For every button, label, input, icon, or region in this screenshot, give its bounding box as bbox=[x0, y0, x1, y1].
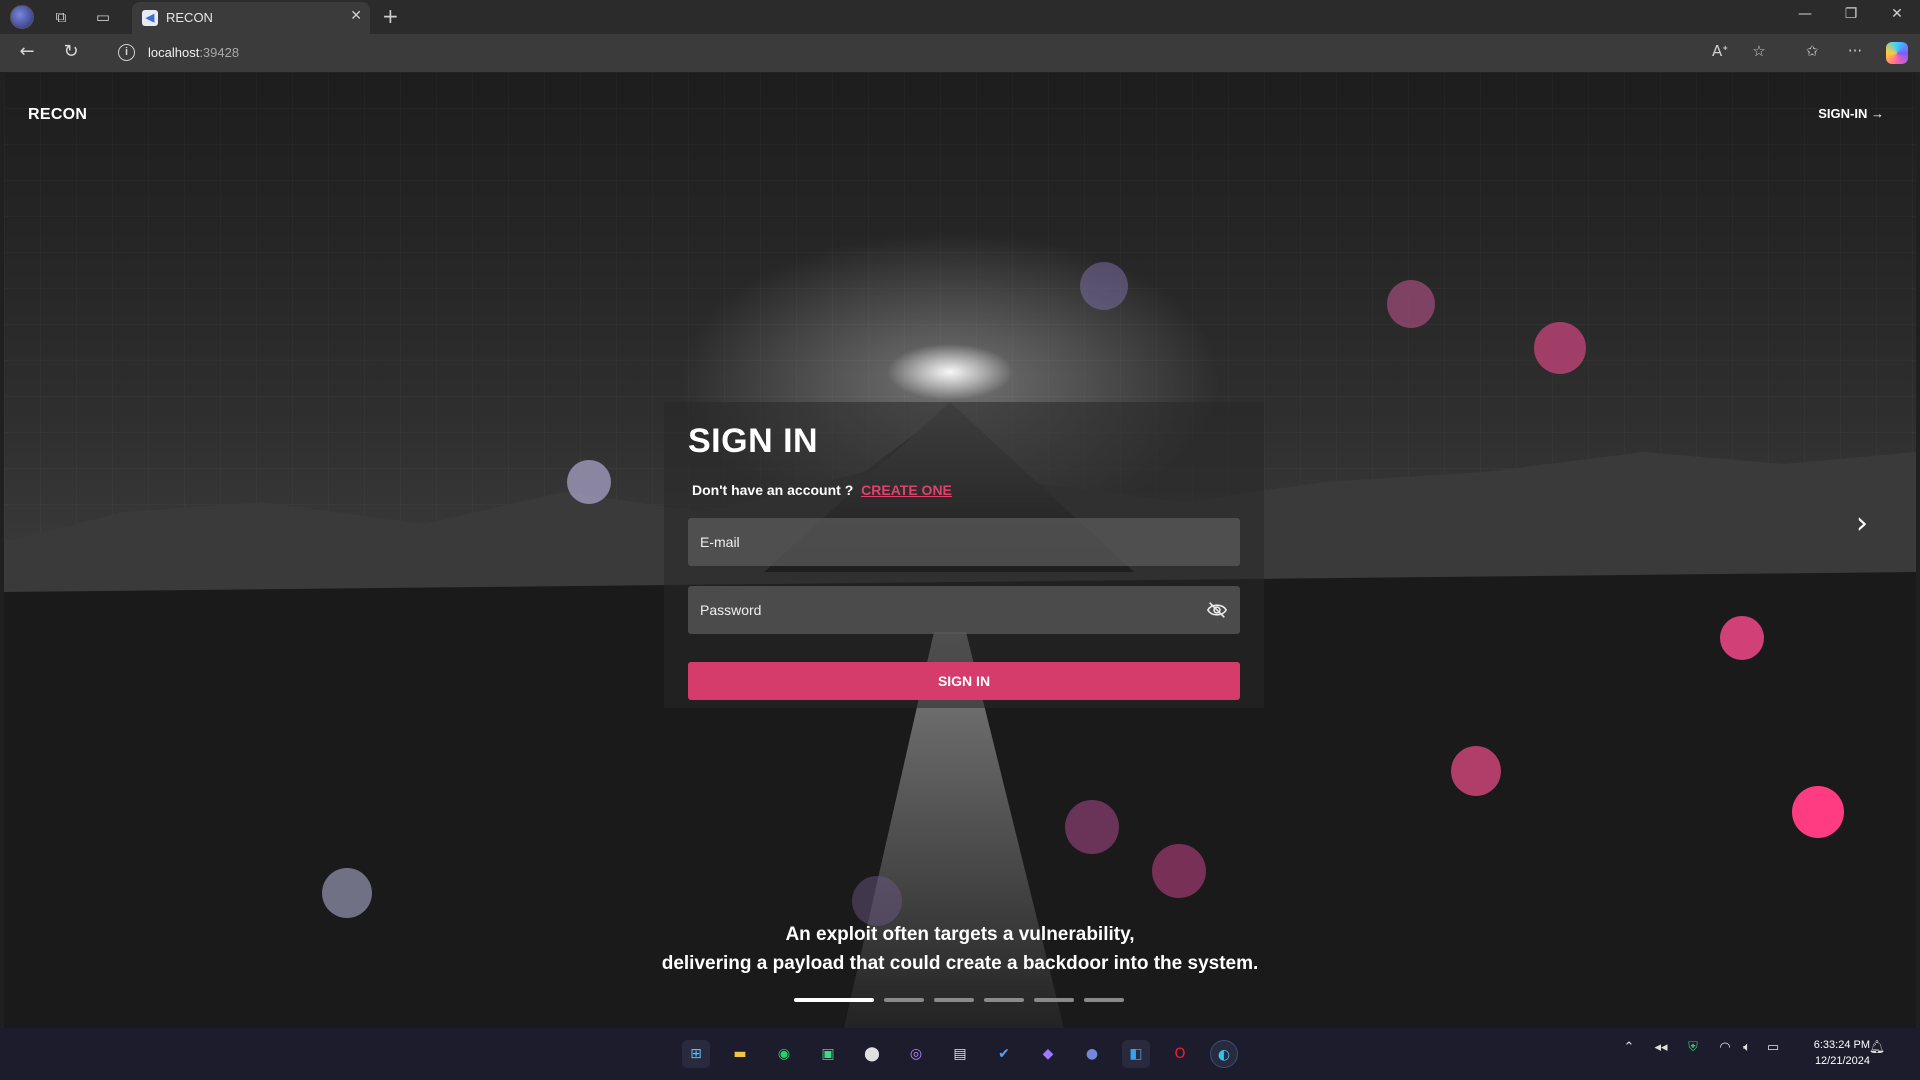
decorative-bubble bbox=[1720, 616, 1764, 660]
copilot-icon[interactable] bbox=[1886, 42, 1908, 64]
decorative-bubble bbox=[1534, 322, 1586, 374]
battery-icon[interactable]: ▭ bbox=[1762, 1040, 1784, 1055]
minimize-button[interactable]: — bbox=[1790, 6, 1820, 22]
tab-title: RECON bbox=[166, 10, 213, 25]
decorative-bubble bbox=[1387, 280, 1435, 328]
notification-bell-icon[interactable]: 🔔︎ bbox=[1866, 1040, 1888, 1055]
decorative-bubble bbox=[852, 876, 902, 926]
clock-date: 12/21/2024 bbox=[1814, 1055, 1870, 1067]
restore-button[interactable]: ❐ bbox=[1836, 6, 1866, 22]
url-field[interactable]: i localhost:39428 bbox=[108, 39, 1698, 67]
address-bar: ← ↻ i localhost:39428 Aᐩ ☆ ✩ ··· bbox=[0, 34, 1920, 72]
carousel-caption-line-1: An exploit often targets a vulnerability… bbox=[785, 924, 1135, 945]
system-clock[interactable]: 6:33:24 PM 12/21/2024 bbox=[1790, 1037, 1870, 1069]
favorites-icon[interactable]: ✩ bbox=[1800, 42, 1824, 60]
maps-icon[interactable]: ⬤ bbox=[858, 1040, 886, 1068]
carousel-dot-3[interactable] bbox=[934, 998, 974, 1002]
decorative-bubble bbox=[1080, 262, 1128, 310]
browser-tab[interactable]: ◀ RECON ✕ bbox=[132, 2, 370, 34]
carousel-caption-line-2: delivering a payload that could create a… bbox=[661, 953, 1259, 974]
file-explorer-icon[interactable]: ▬ bbox=[726, 1040, 754, 1068]
eye-slash-icon[interactable] bbox=[1206, 600, 1228, 620]
profile-avatar[interactable] bbox=[10, 5, 34, 29]
site-info-icon[interactable]: i bbox=[118, 44, 135, 61]
tray-app-icon[interactable]: ◂◂ bbox=[1650, 1040, 1672, 1055]
flutter-favicon-icon: ◀ bbox=[142, 10, 158, 26]
email-input[interactable] bbox=[700, 518, 1200, 566]
wifi-icon[interactable]: ◠ bbox=[1714, 1040, 1736, 1055]
todo-icon[interactable]: ✔ bbox=[990, 1040, 1018, 1068]
decorative-bubble bbox=[1152, 844, 1206, 898]
vscode-icon[interactable]: ◧ bbox=[1122, 1040, 1150, 1068]
carousel-dot-2[interactable] bbox=[884, 998, 924, 1002]
windows-taskbar: ⊞ ▬ ◉ ▣ ⬤ ◎ ▤ ✔ ◆ ● ◧ O ◐ ⌃ ◂◂ ⛨ ◠ 🔈︎ ▭ … bbox=[0, 1028, 1920, 1080]
edge-icon[interactable]: ◐ bbox=[1210, 1040, 1238, 1068]
back-arrow-icon[interactable]: ← bbox=[14, 41, 40, 62]
carousel-dot-5[interactable] bbox=[1034, 998, 1074, 1002]
security-icon[interactable]: ⛨ bbox=[1682, 1040, 1704, 1055]
workspaces-icon[interactable]: ⧉ bbox=[50, 6, 72, 28]
url-text: localhost:39428 bbox=[148, 45, 240, 60]
email-field[interactable] bbox=[688, 518, 1240, 566]
whatsapp-icon[interactable]: ◉ bbox=[770, 1040, 798, 1068]
header-sign-in-link[interactable]: SIGN-IN → bbox=[1818, 106, 1884, 121]
no-account-row: Don't have an account ? CREATE ONE bbox=[692, 482, 952, 498]
sign-in-card: SIGN IN Don't have an account ? CREATE O… bbox=[664, 402, 1264, 708]
favorite-star-icon[interactable]: ☆ bbox=[1747, 42, 1771, 60]
volume-icon[interactable]: 🔈︎ bbox=[1736, 1040, 1758, 1055]
close-window-button[interactable]: ✕ bbox=[1882, 6, 1912, 22]
browser-title-bar: ⧉ ▭ ◀ RECON ✕ + — ❐ ✕ bbox=[0, 0, 1920, 34]
new-tab-button[interactable]: + bbox=[382, 4, 399, 28]
no-account-text: Don't have an account ? bbox=[692, 482, 854, 498]
carousel-next-icon[interactable]: › bbox=[1856, 506, 1868, 541]
sign-in-button[interactable]: SIGN IN bbox=[688, 662, 1240, 700]
windows-start-icon[interactable]: ⊞ bbox=[682, 1040, 710, 1068]
carousel-indicators bbox=[794, 998, 1134, 1004]
brand-logo[interactable]: RECON bbox=[28, 106, 87, 124]
decorative-bubble bbox=[322, 868, 372, 918]
tab-close-button[interactable]: ✕ bbox=[350, 8, 362, 24]
carousel-dot-4[interactable] bbox=[984, 998, 1024, 1002]
discord-icon[interactable]: ● bbox=[1078, 1040, 1106, 1068]
password-input[interactable] bbox=[700, 586, 1200, 634]
sign-in-title: SIGN IN bbox=[688, 422, 819, 460]
decorative-bubble bbox=[567, 460, 611, 504]
vertical-tabs-icon[interactable]: ▭ bbox=[92, 6, 114, 28]
password-field[interactable] bbox=[688, 586, 1240, 634]
github-icon[interactable]: ◎ bbox=[902, 1040, 930, 1068]
obsidian-icon[interactable]: ◆ bbox=[1034, 1040, 1062, 1068]
reload-icon[interactable]: ↻ bbox=[58, 41, 84, 62]
carousel-dot-6[interactable] bbox=[1084, 998, 1124, 1002]
terminal-icon[interactable]: ▤ bbox=[946, 1040, 974, 1068]
decorative-bubble bbox=[1451, 746, 1501, 796]
recon-page: RECON SIGN-IN → › SIGN IN Don't have an … bbox=[4, 72, 1916, 1028]
clock-time: 6:33:24 PM bbox=[1813, 1039, 1870, 1051]
decorative-bubble bbox=[1065, 800, 1119, 854]
decorative-bubble bbox=[1792, 786, 1844, 838]
more-menu-icon[interactable]: ··· bbox=[1843, 42, 1867, 60]
create-account-link[interactable]: CREATE ONE bbox=[861, 482, 952, 498]
tray-overflow-icon[interactable]: ⌃ bbox=[1618, 1040, 1640, 1055]
opera-icon[interactable]: O bbox=[1166, 1040, 1194, 1068]
carousel-dot-1[interactable] bbox=[794, 998, 874, 1002]
read-aloud-icon[interactable]: Aᐩ bbox=[1708, 42, 1732, 60]
app-icon[interactable]: ▣ bbox=[814, 1040, 842, 1068]
